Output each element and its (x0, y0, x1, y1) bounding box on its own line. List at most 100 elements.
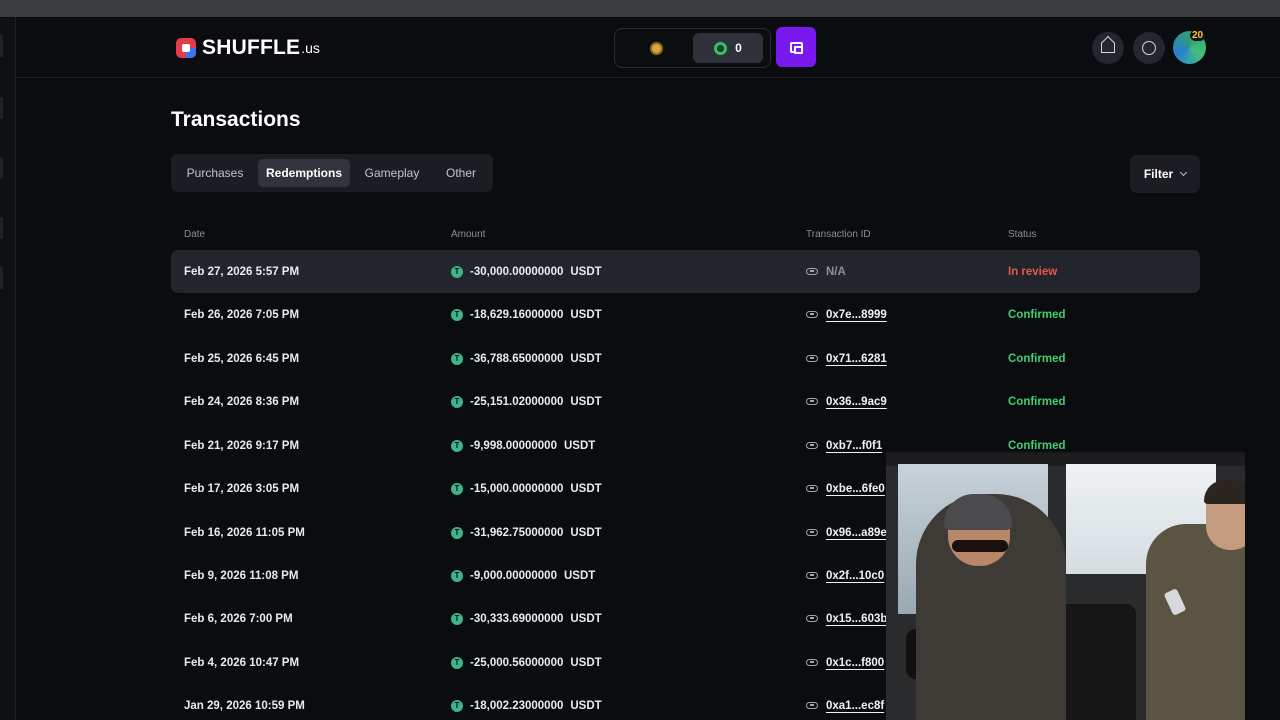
transaction-id-link[interactable]: 0xa1...ec8f (826, 700, 884, 712)
row-amount: T -9,998.00000000 USDT (451, 424, 595, 467)
amount-currency: USDT (570, 612, 602, 625)
row-date: Feb 25, 2026 6:45 PM (184, 352, 300, 365)
transaction-id-link[interactable]: 0xbe...6fe0 (826, 483, 885, 495)
amount-currency: USDT (563, 569, 596, 582)
sunglasses (952, 540, 1008, 552)
amount-value: -25,151.02000000 (470, 395, 564, 408)
gold-coin-icon[interactable] (650, 42, 663, 55)
row-transaction-id: 0x7e...8999 (806, 293, 887, 336)
amount-currency: USDT (570, 265, 602, 278)
chair (1056, 604, 1136, 720)
transaction-id-link[interactable]: 0x96...a89e (826, 527, 887, 539)
table-row[interactable]: Feb 26, 2026 7:05 PM T -18,629.16000000 US… (171, 293, 1200, 336)
row-transaction-id: 0xbe...6fe0 (806, 467, 885, 510)
row-date: Jan 29, 2026 10:59 PM (184, 699, 305, 712)
sweep-coin-icon (714, 41, 728, 55)
filter-button[interactable]: Filter (1130, 155, 1200, 193)
link-icon (806, 355, 818, 362)
column-header-amount: Amount (451, 229, 486, 240)
transaction-id-link[interactable]: 0x71...6281 (826, 353, 887, 365)
link-icon (806, 572, 818, 579)
left-sidebar-rail (0, 17, 16, 720)
link-icon (806, 398, 818, 405)
row-amount: T -9,000.00000000 USDT (451, 554, 595, 597)
table-row[interactable]: Feb 24, 2026 8:36 PM T -25,151.02000000 US… (171, 380, 1200, 423)
table-row[interactable]: Feb 25, 2026 6:45 PM T -36,788.65000000 US… (171, 337, 1200, 380)
usdt-icon: T (451, 395, 463, 408)
status-badge: In review (1008, 265, 1058, 278)
usdt-icon: T (451, 308, 463, 321)
chat-button[interactable] (1133, 32, 1165, 64)
row-date: Feb 21, 2026 9:17 PM (184, 439, 300, 452)
row-date: Feb 27, 2026 5:57 PM (184, 265, 300, 278)
column-header-transaction-id: Transaction ID (806, 229, 871, 240)
row-transaction-id: 0xa1...ec8f (806, 684, 884, 720)
tab-purchases[interactable]: Purchases (178, 159, 252, 187)
usdt-icon: T (451, 699, 463, 712)
shuffle-logo[interactable]: SHUFFLE .us (176, 35, 320, 61)
amount-value: -9,000.00000000 (470, 569, 557, 582)
link-icon (806, 702, 818, 709)
chevron-down-icon (1180, 168, 1188, 177)
amount-value: -36,788.65000000 (470, 352, 564, 365)
row-transaction-id: 0x15...603b (806, 597, 887, 640)
column-header-date: Date (184, 229, 206, 240)
amount-currency: USDT (570, 526, 602, 539)
row-amount: T -25,151.02000000 USDT (451, 380, 602, 423)
row-amount: T -18,002.23000000 USDT (451, 684, 602, 720)
row-amount: T -25,000.56000000 USDT (451, 641, 602, 684)
top-navigation-bar: SHUFFLE .us 0 20 (16, 17, 1280, 78)
transaction-id-link[interactable]: 0x15...603b (826, 613, 887, 625)
link-icon (806, 311, 818, 318)
row-amount: T -30,333.69000000 USDT (451, 597, 602, 640)
transaction-type-tabs: Purchases Redemptions Gameplay Other (171, 154, 493, 192)
amount-value: -9,998.00000000 (470, 439, 557, 452)
row-transaction-id: 0x2f...10c0 (806, 554, 884, 597)
link-icon (806, 529, 818, 536)
link-icon (806, 442, 818, 449)
vip-button[interactable] (1092, 32, 1124, 64)
amount-value: -15,000.00000000 (470, 482, 564, 495)
row-transaction-id: 0xb7...f0f1 (806, 424, 882, 467)
page-title: Transactions (171, 108, 301, 131)
amount-value: -18,002.23000000 (470, 699, 564, 712)
row-transaction-id: N/A (806, 250, 846, 293)
tab-other[interactable]: Other (434, 159, 488, 187)
transaction-id-text: N/A (826, 265, 846, 278)
brand-name: SHUFFLE (202, 36, 301, 59)
row-transaction-id: 0x71...6281 (806, 337, 887, 380)
row-date: Feb 26, 2026 7:05 PM (184, 308, 300, 321)
transaction-id-link[interactable]: 0x36...9ac9 (826, 396, 887, 408)
status-badge: Confirmed (1008, 352, 1066, 365)
transaction-id-link[interactable]: 0xb7...f0f1 (826, 440, 882, 452)
link-icon (806, 268, 818, 275)
amount-currency: USDT (563, 439, 596, 452)
person-right-body (1146, 524, 1245, 720)
status-badge: Confirmed (1008, 308, 1066, 321)
transaction-id-link[interactable]: 0x2f...10c0 (826, 570, 884, 582)
amount-currency: USDT (570, 482, 602, 495)
status-badge: Confirmed (1008, 395, 1066, 408)
sweep-coin-balance-pill[interactable]: 0 (693, 33, 763, 63)
row-amount: T -30,000.00000000 USDT (451, 250, 602, 293)
crown-icon (1101, 43, 1115, 53)
tab-gameplay[interactable]: Gameplay (356, 159, 428, 187)
row-date: Feb 17, 2026 3:05 PM (184, 482, 300, 495)
balance-selector[interactable]: 0 (614, 28, 771, 68)
table-row[interactable]: Feb 27, 2026 5:57 PM T -30,000.00000000 US… (171, 250, 1200, 293)
chat-icon (1142, 41, 1156, 55)
wallet-icon (789, 41, 803, 54)
transaction-id-link[interactable]: 0x7e...8999 (826, 309, 887, 321)
amount-currency: USDT (570, 352, 602, 365)
row-date: Feb 24, 2026 8:36 PM (184, 395, 300, 408)
amount-value: -30,000.00000000 (470, 265, 564, 278)
browser-top-bar (0, 0, 1280, 17)
column-header-status: Status (1008, 229, 1037, 240)
transaction-id-link[interactable]: 0x1c...f800 (826, 657, 884, 669)
wallet-button[interactable] (776, 27, 816, 67)
usdt-icon: T (451, 265, 463, 278)
row-amount: T -15,000.00000000 USDT (451, 467, 602, 510)
tab-redemptions[interactable]: Redemptions (258, 159, 350, 187)
row-date: Feb 9, 2026 11:08 PM (184, 569, 299, 582)
row-date: Feb 4, 2026 10:47 PM (184, 656, 300, 669)
